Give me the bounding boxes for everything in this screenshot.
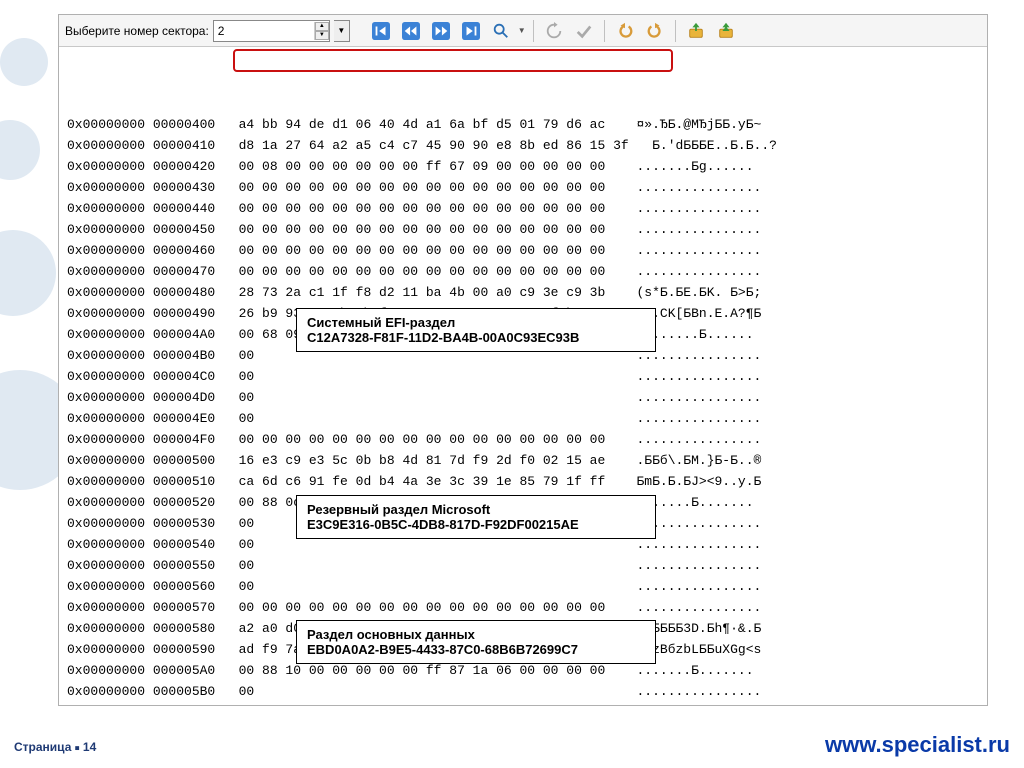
sector-spin-down[interactable]: ▼ [315,31,329,40]
prev-button[interactable] [398,19,424,43]
last-button[interactable] [458,19,484,43]
hex-scroll-pane[interactable]: 0x00000000 00000400 a4 bb 94 de d1 06 40… [59,47,987,705]
next-button[interactable] [428,19,454,43]
undo-button[interactable] [612,19,638,43]
first-button[interactable] [368,19,394,43]
page-footer: Страница ■ 14 [14,740,96,754]
site-url: www.specialist.ru [825,732,1010,758]
zoom-dropdown-icon[interactable]: ▼ [518,26,526,35]
toolbar: Выберите номер сектора: ▲ ▼ ▼ ▼ [59,15,987,47]
refresh-button[interactable] [541,19,567,43]
hex-body: 0x00000000 00000400 a4 bb 94 de d1 06 40… [59,47,987,705]
sector-dropdown[interactable]: ▼ [334,20,350,42]
highlight-box [233,49,673,72]
sector-input-wrap: ▲ ▼ [213,20,330,42]
redo-button[interactable] [642,19,668,43]
export-button[interactable] [713,19,739,43]
sector-input[interactable] [214,22,314,40]
sector-spin-up[interactable]: ▲ [315,22,329,31]
apply-button[interactable] [571,19,597,43]
hex-viewer-window: Выберите номер сектора: ▲ ▼ ▼ ▼ 0x000000… [58,14,988,706]
zoom-button[interactable] [488,19,514,43]
import-button[interactable] [683,19,709,43]
hex-rows: 0x00000000 00000400 a4 bb 94 de d1 06 40… [67,114,979,705]
sector-label: Выберите номер сектора: [65,24,209,38]
